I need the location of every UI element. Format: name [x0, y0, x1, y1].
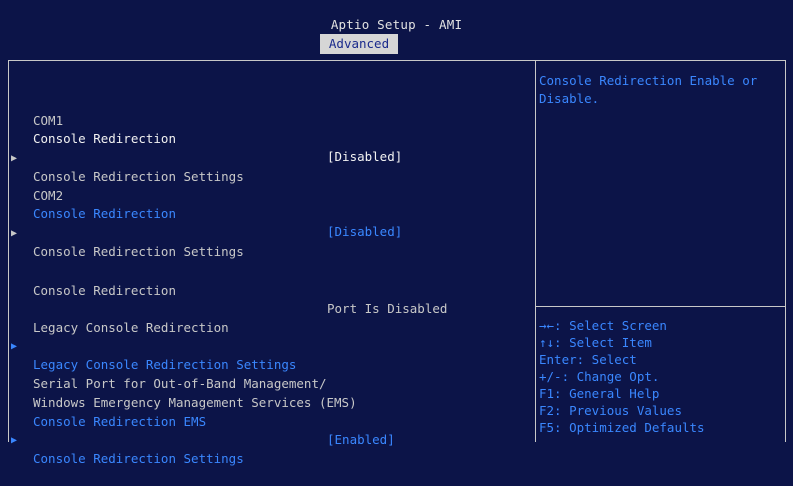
com1-console-redirection-settings-label: Console Redirection Settings: [33, 169, 244, 184]
key-general-help: F1: General Help: [539, 386, 660, 401]
ems-heading-line1: Serial Port for Out-of-Band Management/: [9, 357, 327, 391]
console-redirection-status-label: Console Redirection: [33, 283, 176, 298]
ems-heading-line2: Windows Emergency Management Services (E…: [9, 376, 357, 410]
ems-console-redirection-settings-label: Console Redirection Settings: [33, 451, 244, 466]
key-legend: →←: Select Screen ↑↓: Select Item Enter:…: [539, 317, 779, 436]
key-select-screen: →←: Select Screen: [539, 318, 667, 333]
console-redirection-ems-value[interactable]: [Enabled]: [327, 431, 395, 449]
com2-console-redirection-value[interactable]: [Disabled]: [327, 223, 402, 241]
legacy-console-redirection-settings[interactable]: ▶ Legacy Console Redirection Settings: [9, 320, 529, 372]
content-area: COM1 Console Redirection [Disabled] ▶ Co…: [0, 54, 793, 466]
key-optimized-defaults: F5: Optimized Defaults: [539, 420, 705, 435]
submenu-arrow-icon: ▶: [11, 341, 18, 352]
submenu-arrow-icon: ▶: [11, 435, 18, 446]
console-redirection-status-row: Console Redirection Port Is Disabled: [9, 264, 529, 316]
com1-heading: COM1: [9, 94, 63, 128]
key-select-item: ↑↓: Select Item: [539, 335, 652, 350]
legacy-heading: Legacy Console Redirection: [9, 301, 229, 335]
com2-console-redirection-settings-label: Console Redirection Settings: [33, 244, 244, 259]
help-pane: Console Redirection Enable or Disable. →…: [535, 60, 786, 442]
com1-console-redirection-value[interactable]: [Disabled]: [327, 148, 402, 166]
key-change-opt: +/-: Change Opt.: [539, 369, 660, 384]
console-redirection-ems-row[interactable]: Console Redirection EMS [Enabled]: [9, 395, 529, 447]
ems-console-redirection-settings[interactable]: ▶ Console Redirection Settings: [9, 414, 529, 466]
com2-heading: COM2: [9, 169, 63, 203]
help-divider: [536, 306, 785, 307]
title-bar: Aptio Setup - AMI Advanced: [0, 0, 793, 54]
window-title: Aptio Setup - AMI: [330, 17, 463, 32]
com2-console-redirection-settings[interactable]: ▶ Console Redirection Settings: [9, 207, 529, 259]
settings-pane: COM1 Console Redirection [Disabled] ▶ Co…: [8, 60, 535, 466]
ems-heading-line1-label: Serial Port for Out-of-Band Management/: [33, 376, 327, 391]
console-redirection-status-value: Port Is Disabled: [327, 301, 448, 316]
tab-advanced[interactable]: Advanced: [320, 34, 398, 54]
submenu-arrow-icon: ▶: [11, 228, 18, 239]
com2-console-redirection-row[interactable]: Console Redirection [Disabled]: [9, 187, 529, 239]
com1-console-redirection-settings[interactable]: ▶ Console Redirection Settings: [9, 132, 529, 184]
key-previous-values: F2: Previous Values: [539, 403, 682, 418]
submenu-arrow-icon: ▶: [11, 153, 18, 164]
com1-console-redirection-row[interactable]: Console Redirection [Disabled]: [9, 112, 529, 164]
legacy-console-redirection-settings-label: Legacy Console Redirection Settings: [33, 357, 297, 372]
help-description: Console Redirection Enable or Disable.: [539, 73, 758, 106]
key-enter-select: Enter: Select: [539, 352, 637, 367]
